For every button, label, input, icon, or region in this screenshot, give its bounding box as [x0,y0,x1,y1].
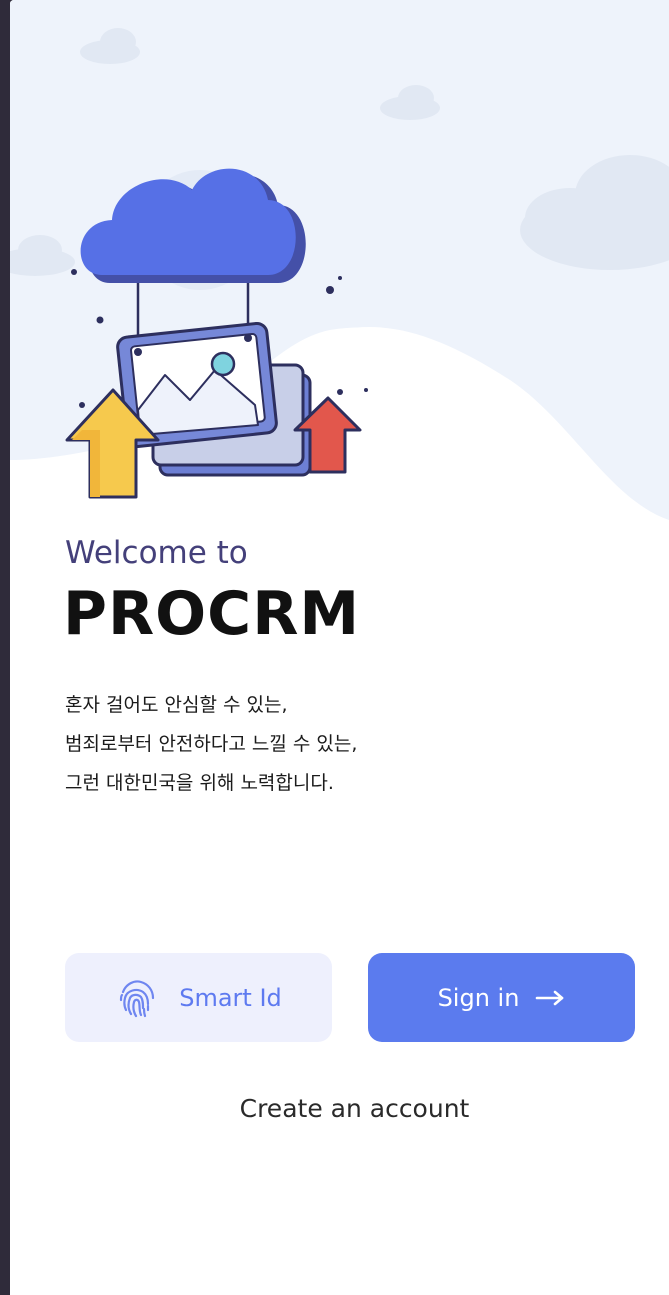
tagline: 혼자 걸어도 안심할 수 있는, 범죄로부터 안전하다고 느낄 수 있는, 그런… [65,686,625,803]
smart-id-button[interactable]: Smart Id [65,953,332,1042]
arrow-right-icon [536,990,564,1005]
brand-title: PROCRM [63,579,361,649]
tagline-line: 혼자 걸어도 안심할 수 있는, [65,694,288,716]
create-account-link[interactable]: Create an account [10,1094,669,1123]
welcome-screen: Welcome to PROCRM 혼자 걸어도 안심할 수 있는, 범죄로부터… [10,0,669,1295]
sign-in-label: Sign in [437,983,520,1012]
welcome-heading: Welcome to [65,535,248,571]
tagline-line: 그런 대한민국을 위해 노력합니다. [65,772,334,794]
smart-id-label: Smart Id [179,983,282,1012]
tagline-line: 범죄로부터 안전하다고 느낄 수 있는, [65,733,358,755]
sign-in-button[interactable]: Sign in [368,953,635,1042]
fingerprint-icon [120,979,155,1017]
hero-illustration [10,0,669,560]
